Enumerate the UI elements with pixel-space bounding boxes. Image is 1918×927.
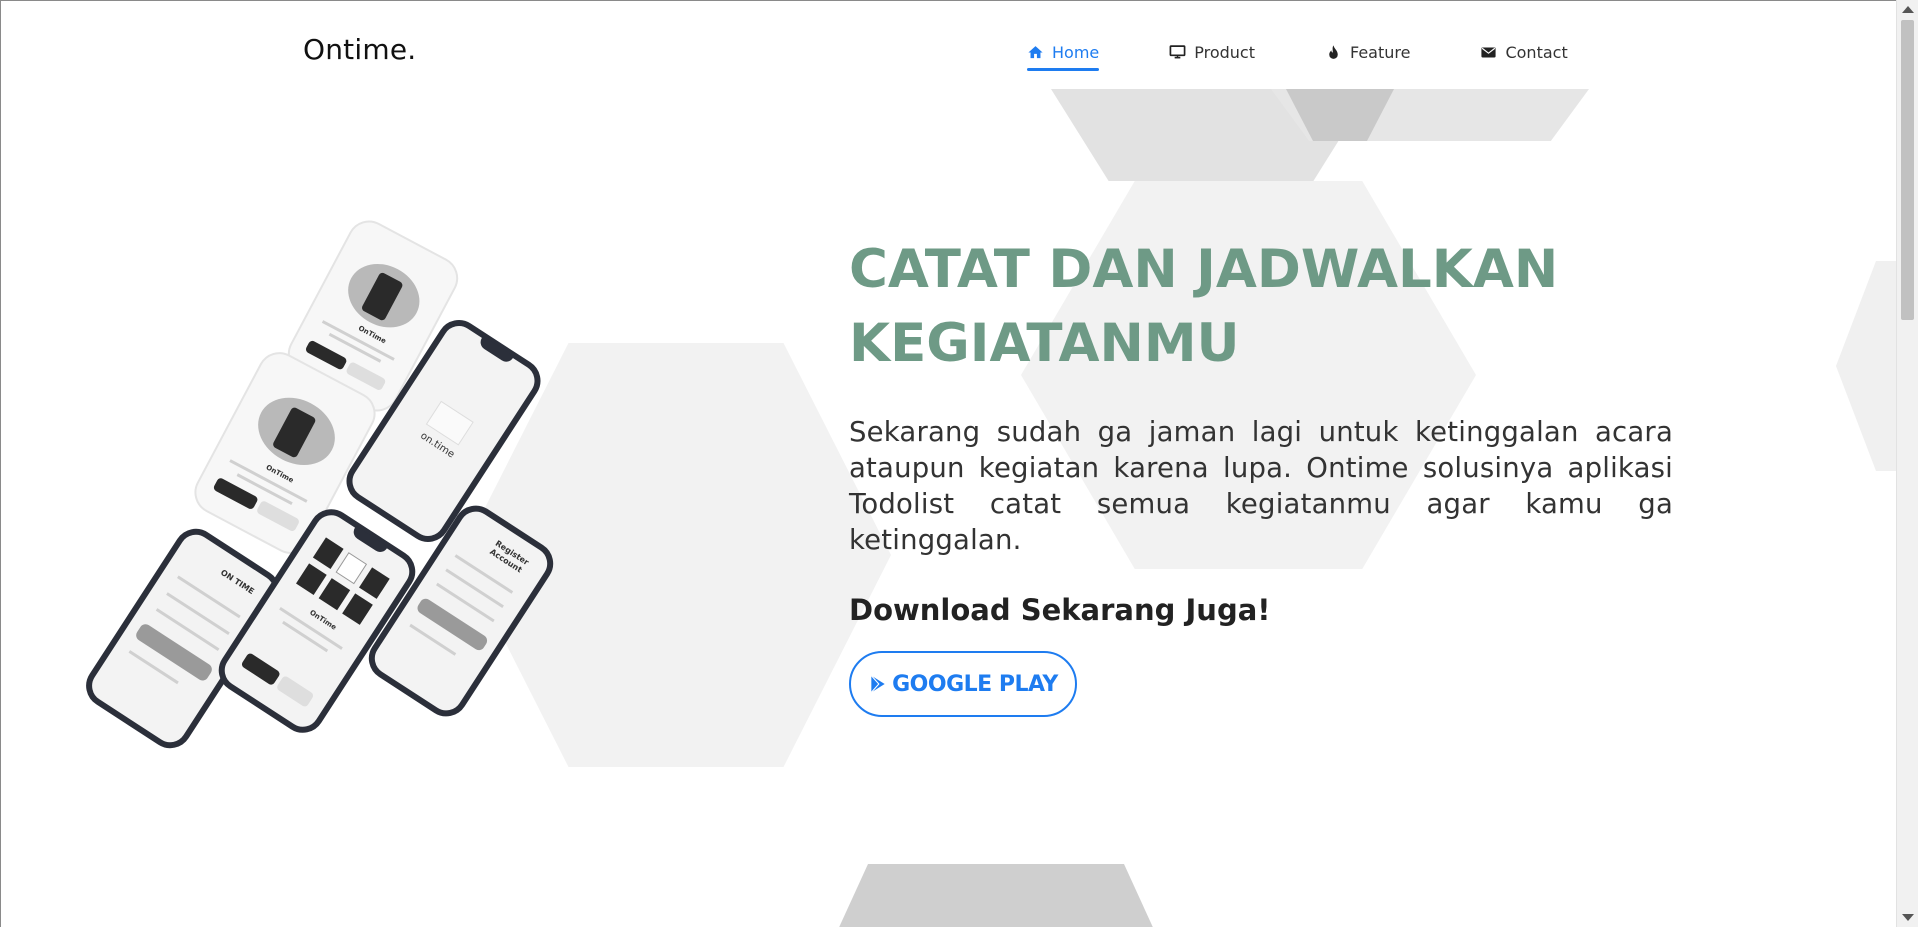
decor-trapezoid	[836, 864, 1156, 927]
nav-item-label: Contact	[1505, 42, 1568, 62]
app-mockups-illustration: OnTime OnTime on.time ON TIME OnTime Reg…	[77, 212, 576, 757]
scrollbar-thumb[interactable]	[1901, 20, 1914, 320]
brand-logo[interactable]: Ontime.	[303, 33, 416, 66]
hero-headline: CATAT DAN JADWALKAN KEGIATANMU	[849, 233, 1709, 381]
nav-item-label: Home	[1052, 42, 1100, 62]
scroll-up-arrow-icon[interactable]	[1902, 6, 1914, 13]
vertical-scrollbar[interactable]	[1896, 0, 1918, 927]
nav-item-contact[interactable]: Contact	[1480, 35, 1568, 69]
decor-hexagon	[1836, 261, 1896, 471]
nav-item-label: Product	[1194, 42, 1255, 62]
monitor-icon	[1169, 44, 1186, 58]
hero-headline-line: KEGIATANMU	[849, 313, 1240, 374]
mockup-register-title: Register Account	[488, 538, 531, 575]
page: Ontime. Home Product Feature Contact OnT…	[0, 0, 1896, 927]
hero-headline-line: CATAT DAN JADWALKAN	[849, 239, 1559, 300]
mockup-login-title: ON TIME	[218, 568, 256, 597]
nav-item-product[interactable]: Product	[1169, 35, 1255, 69]
download-cta-title: Download Sekarang Juga!	[849, 593, 1271, 627]
main-nav: Home Product Feature Contact	[1027, 35, 1568, 71]
nav-item-label: Feature	[1350, 42, 1411, 62]
home-icon	[1028, 45, 1043, 58]
google-play-button[interactable]: GOOGLE PLAY	[849, 651, 1077, 717]
play-store-icon	[871, 675, 885, 693]
scroll-down-arrow-icon[interactable]	[1902, 914, 1914, 921]
hero-description: Sekarang sudah ga jaman lagi untuk ketin…	[849, 416, 1673, 556]
nav-item-home[interactable]: Home	[1027, 35, 1100, 71]
nav-item-feature[interactable]: Feature	[1325, 35, 1410, 69]
envelope-icon	[1481, 47, 1497, 57]
fire-icon	[1329, 44, 1338, 59]
google-play-label: GOOGLE PLAY	[892, 671, 1058, 697]
